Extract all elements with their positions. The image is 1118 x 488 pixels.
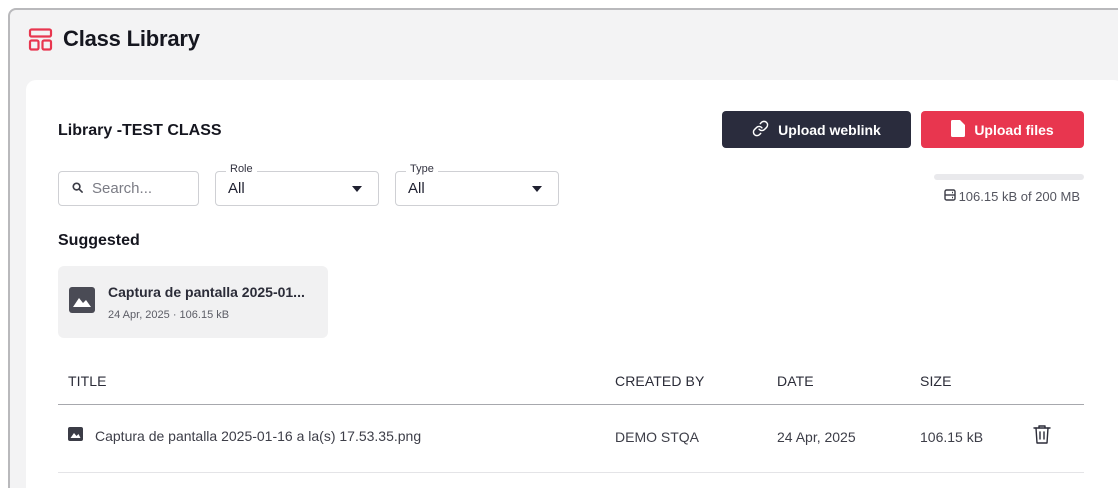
row-title: Captura de pantalla 2025-01-16 a la(s) 1… xyxy=(95,428,421,444)
storage-usage: 106.15 kB of 200 MB xyxy=(944,189,1080,204)
column-header-title[interactable]: TITLE xyxy=(68,373,107,389)
role-select[interactable]: Role All xyxy=(215,171,379,206)
column-header-created-by[interactable]: CREATED BY xyxy=(615,373,704,389)
column-header-date[interactable]: DATE xyxy=(777,373,814,389)
storage-usage-text: 106.15 kB of 200 MB xyxy=(959,189,1080,204)
app-frame: Class Library Library -TEST CLASS Upload… xyxy=(8,8,1118,488)
search-icon xyxy=(72,180,83,198)
upload-files-label: Upload files xyxy=(974,122,1053,138)
type-select[interactable]: Type All xyxy=(395,171,559,206)
chevron-down-icon xyxy=(352,186,362,192)
table-row[interactable]: Captura de pantalla 2025-01-16 a la(s) 1… xyxy=(58,405,1084,473)
trash-icon[interactable] xyxy=(1033,424,1051,449)
role-legend: Role xyxy=(226,163,257,175)
page-header: Class Library xyxy=(28,26,200,52)
upload-weblink-label: Upload weblink xyxy=(778,122,881,138)
suggested-item-meta: 24 Apr, 2025 · 106.15 kB xyxy=(108,309,305,321)
image-icon xyxy=(68,427,83,444)
image-icon xyxy=(69,287,95,318)
role-value: All xyxy=(228,180,245,197)
link-icon xyxy=(752,120,769,140)
library-icon xyxy=(28,27,53,52)
type-legend: Type xyxy=(406,163,438,175)
column-header-size[interactable]: SIZE xyxy=(920,373,952,389)
library-card: Library -TEST CLASS Upload weblink Uploa… xyxy=(26,80,1118,488)
storage-progress-bar xyxy=(934,174,1084,180)
upload-files-button[interactable]: Upload files xyxy=(921,111,1084,148)
row-size: 106.15 kB xyxy=(920,429,983,445)
page-title: Class Library xyxy=(63,26,200,52)
upload-weblink-button[interactable]: Upload weblink xyxy=(722,111,911,148)
library-title: Library -TEST CLASS xyxy=(58,122,222,140)
storage-icon xyxy=(944,189,956,204)
file-icon xyxy=(951,120,965,140)
row-title-cell[interactable]: Captura de pantalla 2025-01-16 a la(s) 1… xyxy=(68,427,421,444)
suggested-heading: Suggested xyxy=(58,232,140,250)
row-created-by: DEMO STQA xyxy=(615,429,699,445)
type-value: All xyxy=(408,180,425,197)
row-date: 24 Apr, 2025 xyxy=(777,429,856,445)
chevron-down-icon xyxy=(532,186,542,192)
suggested-item-title: Captura de pantalla 2025-01... xyxy=(108,284,305,300)
search-input[interactable] xyxy=(92,180,182,197)
suggested-item[interactable]: Captura de pantalla 2025-01... 24 Apr, 2… xyxy=(58,266,328,338)
search-field[interactable] xyxy=(58,171,199,206)
